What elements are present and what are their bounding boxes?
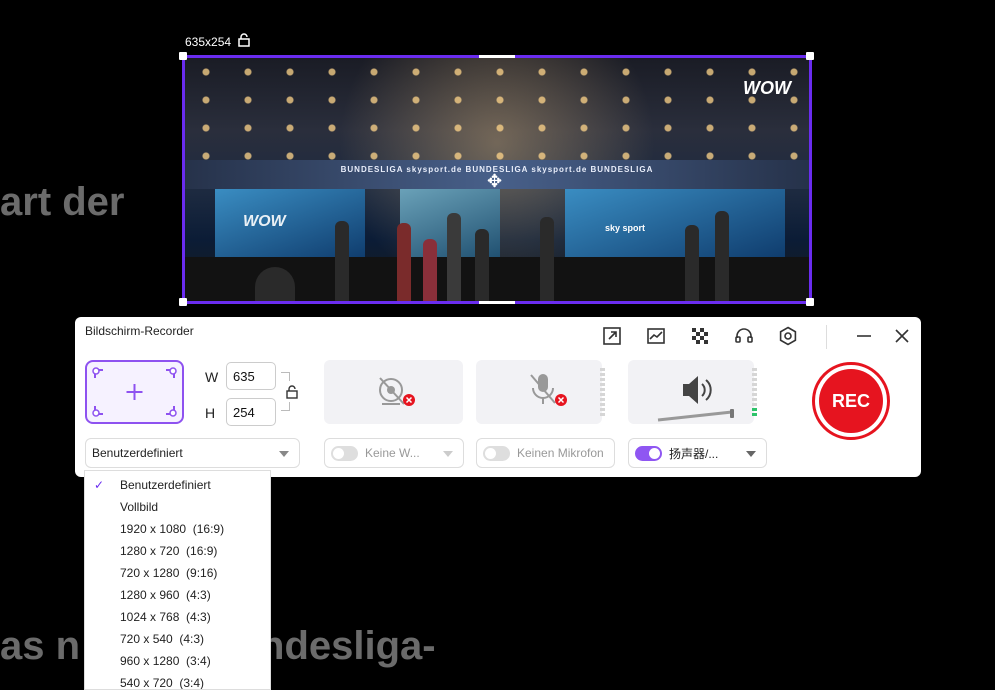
recorder-panel: Bildschirm-Recorder W H bbox=[75, 317, 921, 477]
headset-icon[interactable] bbox=[733, 325, 755, 347]
resize-handle-top[interactable] bbox=[479, 55, 515, 58]
menu-item[interactable]: 720 x 1280 (9:16) bbox=[120, 566, 217, 580]
resize-handle-bottom-right[interactable] bbox=[806, 298, 814, 306]
move-icon[interactable]: ✥ bbox=[487, 172, 502, 190]
webcam-toggle[interactable] bbox=[331, 445, 358, 461]
person bbox=[397, 223, 411, 301]
person bbox=[255, 267, 295, 301]
person bbox=[475, 229, 489, 301]
background-text-top: art der bbox=[0, 180, 125, 224]
studio-lights bbox=[185, 58, 809, 168]
width-input[interactable] bbox=[226, 362, 276, 390]
menu-item[interactable]: 1280 x 720 (16:9) bbox=[120, 544, 217, 558]
sky-logo: sky sport bbox=[605, 223, 646, 233]
speaker-icon bbox=[657, 376, 734, 422]
checkerboard-icon[interactable] bbox=[689, 325, 711, 347]
rec-label: REC bbox=[819, 369, 883, 433]
close-icon[interactable] bbox=[891, 325, 913, 347]
chevron-down-icon bbox=[746, 451, 756, 457]
webcam-card[interactable] bbox=[324, 360, 463, 424]
menu-item[interactable]: 1920 x 1080 (16:9) bbox=[120, 522, 224, 536]
resize-handle-top-right[interactable] bbox=[806, 52, 814, 60]
speaker-card[interactable] bbox=[628, 360, 757, 424]
width-label: W bbox=[205, 369, 219, 385]
menu-item[interactable]: 960 x 1280 (3:4) bbox=[120, 654, 211, 668]
chevron-down-icon bbox=[443, 451, 453, 457]
wow-logo: WOW bbox=[743, 78, 791, 98]
rec-button[interactable]: REC bbox=[812, 362, 890, 440]
person bbox=[335, 221, 349, 301]
minimize-icon[interactable] bbox=[853, 325, 875, 347]
person bbox=[715, 211, 729, 301]
speaker-level-meter bbox=[752, 368, 757, 416]
menu-item[interactable]: 1280 x 960 (4:3) bbox=[120, 588, 211, 602]
person bbox=[423, 239, 437, 301]
microphone-card[interactable] bbox=[476, 360, 605, 424]
studio-screen-right bbox=[565, 189, 785, 263]
resize-handle-bottom[interactable] bbox=[479, 301, 515, 304]
microphone-label: Keinen Mikrofon bbox=[517, 446, 604, 460]
microphone-level-meter bbox=[600, 368, 605, 416]
export-icon[interactable] bbox=[601, 325, 623, 347]
toolbar-divider bbox=[826, 325, 827, 349]
speaker-label: 扬声器/... bbox=[669, 446, 719, 461]
menu-item[interactable]: 1024 x 768 (4:3) bbox=[120, 610, 211, 624]
panel-title: Bildschirm-Recorder bbox=[85, 324, 194, 338]
speaker-toggle[interactable] bbox=[635, 445, 662, 461]
height-label: H bbox=[205, 405, 216, 421]
person bbox=[685, 225, 699, 301]
person bbox=[540, 217, 554, 301]
resize-handle-top-left[interactable] bbox=[179, 52, 187, 60]
unlock-icon[interactable] bbox=[237, 33, 251, 50]
microphone-toggle[interactable] bbox=[483, 445, 510, 461]
region-size-label: 635x254 bbox=[185, 33, 251, 50]
settings-icon[interactable] bbox=[777, 325, 799, 347]
menu-item[interactable]: 720 x 540 (4:3) bbox=[120, 632, 204, 646]
preset-menu: ✓ Benutzerdefiniert Vollbild 1920 x 1080… bbox=[84, 470, 271, 690]
aspect-bracket-top bbox=[281, 372, 290, 381]
aspect-unlock-icon[interactable] bbox=[285, 385, 299, 404]
select-area-button[interactable] bbox=[85, 360, 184, 424]
height-input[interactable] bbox=[226, 398, 276, 426]
speaker-dropdown[interactable]: 扬声器/... bbox=[628, 438, 767, 468]
microphone-dropdown[interactable]: Keinen Mikrofon bbox=[476, 438, 615, 468]
webcam-label: Keine W... bbox=[365, 446, 420, 460]
webcam-off-icon bbox=[379, 377, 415, 406]
microphone-off-icon bbox=[530, 374, 567, 406]
resize-handle-bottom-left[interactable] bbox=[179, 298, 187, 306]
wow-logo-screen: WOW bbox=[243, 213, 286, 230]
preset-value: Benutzerdefiniert bbox=[92, 446, 183, 460]
region-size-text: 635x254 bbox=[185, 34, 232, 49]
webcam-dropdown[interactable]: Keine W... bbox=[324, 438, 464, 468]
chevron-down-icon bbox=[279, 451, 289, 457]
preset-dropdown[interactable]: Benutzerdefiniert bbox=[85, 438, 300, 468]
person bbox=[447, 213, 461, 301]
menu-item[interactable]: 540 x 720 (3:4) bbox=[120, 676, 204, 689]
check-icon: ✓ bbox=[94, 478, 105, 492]
menu-item[interactable]: Benutzerdefiniert bbox=[120, 478, 211, 492]
menu-item[interactable]: Vollbild bbox=[120, 500, 158, 514]
chart-icon[interactable] bbox=[645, 325, 667, 347]
